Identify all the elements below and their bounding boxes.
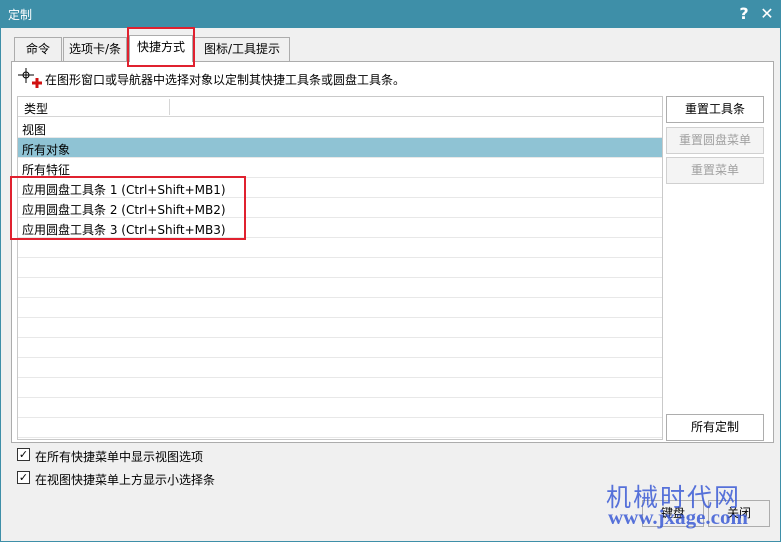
list-item[interactable]: 所有特征 bbox=[18, 158, 662, 178]
select-object-icon bbox=[18, 68, 42, 88]
list-item[interactable]: 应用圆盘工具条 2 (Ctrl+Shift+MB2) bbox=[18, 198, 662, 218]
column-separator[interactable] bbox=[169, 99, 170, 115]
empty-row bbox=[18, 358, 662, 378]
empty-row bbox=[18, 278, 662, 298]
watermark-url: www.jxage.com bbox=[608, 505, 748, 529]
tab-commands[interactable]: 命令 bbox=[14, 37, 62, 61]
tab-ribbons[interactable]: 选项卡/条 bbox=[63, 37, 127, 61]
title-bar: 定制 ? ✕ bbox=[0, 0, 781, 28]
reset-radial-menu-button[interactable]: 重置圆盘菜单 bbox=[666, 127, 764, 154]
close-window-button[interactable]: ✕ bbox=[756, 3, 778, 25]
list-item[interactable]: 应用圆盘工具条 3 (Ctrl+Shift+MB3) bbox=[18, 218, 662, 238]
empty-row bbox=[18, 298, 662, 318]
empty-row bbox=[18, 418, 662, 438]
empty-row bbox=[18, 338, 662, 358]
type-list[interactable]: 类型 视图 所有对象 所有特征 应用圆盘工具条 1 (Ctrl+Shift+MB… bbox=[17, 96, 663, 440]
window-title: 定制 bbox=[8, 8, 33, 22]
empty-row bbox=[18, 238, 662, 258]
tab-icons-tooltips[interactable]: 图标/工具提示 bbox=[194, 37, 290, 61]
column-header-type[interactable]: 类型 bbox=[24, 100, 48, 117]
empty-row bbox=[18, 398, 662, 418]
help-button[interactable]: ? bbox=[733, 3, 755, 25]
reset-toolbar-button[interactable]: 重置工具条 bbox=[666, 96, 764, 123]
checkbox-show-selection-bar[interactable]: ✓ bbox=[17, 471, 30, 484]
list-item[interactable]: 视图 bbox=[18, 118, 662, 138]
empty-row bbox=[18, 258, 662, 278]
reset-menu-button[interactable]: 重置菜单 bbox=[666, 157, 764, 184]
list-item[interactable]: 所有对象 bbox=[18, 138, 662, 158]
empty-row bbox=[18, 318, 662, 338]
empty-row bbox=[18, 378, 662, 398]
tab-shortcuts[interactable]: 快捷方式 bbox=[129, 35, 193, 62]
all-customizations-button[interactable]: 所有定制 bbox=[666, 414, 764, 441]
instruction-text: 在图形窗口或导航器中选择对象以定制其快捷工具条或圆盘工具条。 bbox=[45, 73, 406, 87]
checkbox-show-view-options[interactable]: ✓ bbox=[17, 448, 30, 461]
list-item[interactable]: 应用圆盘工具条 1 (Ctrl+Shift+MB1) bbox=[18, 178, 662, 198]
list-header: 类型 bbox=[18, 97, 662, 117]
